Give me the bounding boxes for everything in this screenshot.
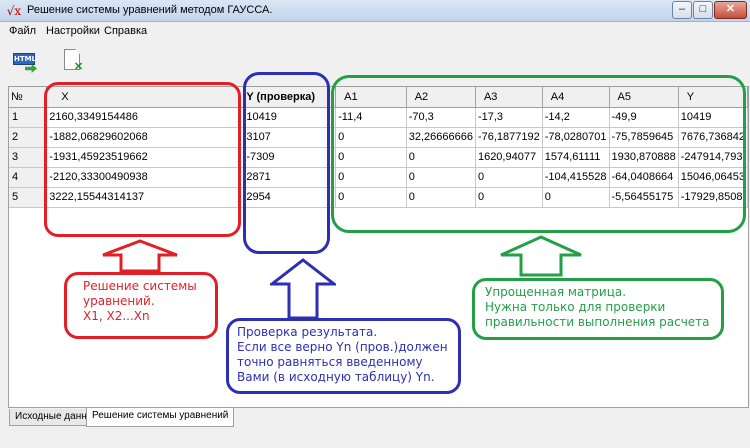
empty-cell xyxy=(9,227,48,248)
menu-help[interactable]: Справка xyxy=(104,25,147,37)
maximize-button[interactable]: □ xyxy=(693,1,713,19)
empty-cell xyxy=(9,287,48,308)
matrix-highlight-frame xyxy=(331,75,746,233)
empty-cell xyxy=(9,247,48,268)
html-icon: HTML xyxy=(13,53,37,65)
green-arrow-icon xyxy=(25,64,37,73)
empty-cell xyxy=(609,247,679,268)
matrix-callout-line: правильности выполнения расчета xyxy=(485,315,710,329)
empty-cell xyxy=(9,267,48,288)
empty-cell xyxy=(46,367,245,388)
row-number[interactable]: 1 xyxy=(9,107,48,128)
row-number[interactable]: 4 xyxy=(9,167,48,188)
empty-cell xyxy=(542,367,610,388)
empty-cell xyxy=(9,307,48,328)
empty-cell xyxy=(406,267,476,288)
empty-cell xyxy=(678,247,749,268)
blue-up-arrow-icon xyxy=(270,258,336,320)
corner-header: № xyxy=(9,87,48,108)
solution-highlight-frame xyxy=(44,82,241,237)
empty-cell xyxy=(475,367,543,388)
empty-cell xyxy=(46,347,245,368)
matrix-callout: Упрощенная матрица. Нужна только для про… xyxy=(472,278,724,340)
empty-cell xyxy=(335,267,407,288)
empty-cell xyxy=(9,347,48,368)
close-button[interactable]: ✕ xyxy=(714,1,747,19)
export-html-button[interactable]: HTML xyxy=(13,51,39,75)
check-callout-line: точно равняться введенному xyxy=(237,355,423,369)
empty-cell xyxy=(335,287,407,308)
row-number[interactable]: 5 xyxy=(9,187,48,208)
check-highlight-frame xyxy=(243,72,330,254)
tab-solution[interactable]: Решение системы уравнений xyxy=(86,408,235,427)
empty-cell xyxy=(678,347,749,368)
solution-callout-line: X1, X2...Xn xyxy=(83,309,150,323)
export-excel-button[interactable]: ✕ xyxy=(62,49,86,77)
solution-callout-line: уравнений. xyxy=(83,294,155,308)
empty-cell xyxy=(609,367,679,388)
green-up-arrow-icon xyxy=(500,235,582,277)
empty-cell xyxy=(335,247,407,268)
empty-cell xyxy=(475,347,543,368)
row-number[interactable]: 2 xyxy=(9,127,48,148)
solution-callout-line: Решение системы xyxy=(83,279,197,293)
empty-cell xyxy=(9,367,48,388)
empty-cell xyxy=(9,207,48,228)
matrix-callout-line: Нужна только для проверки xyxy=(485,300,666,314)
window-title: Решение системы уравнений методом ГАУССА… xyxy=(27,4,273,16)
empty-cell xyxy=(406,247,476,268)
empty-cell xyxy=(406,287,476,308)
menu-file[interactable]: Файл xyxy=(9,25,36,37)
empty-cell xyxy=(542,347,610,368)
red-up-arrow-icon xyxy=(102,239,178,273)
solution-callout: Решение системы уравнений. X1, X2...Xn xyxy=(64,272,218,339)
excel-x-icon: ✕ xyxy=(74,61,84,73)
empty-cell xyxy=(609,347,679,368)
row-number[interactable]: 3 xyxy=(9,147,48,168)
empty-cell xyxy=(9,327,48,348)
title-bar: √x Решение системы уравнений методом ГАУ… xyxy=(0,0,750,22)
menu-settings[interactable]: Настройки xyxy=(46,25,100,37)
menu-bar: Файл Настройки Справка xyxy=(0,22,750,40)
minimize-button[interactable]: – xyxy=(672,1,692,19)
check-callout-line: Проверка результата. xyxy=(237,325,378,339)
check-callout-line: Если все верно Yn (пров.)должен xyxy=(237,340,448,354)
check-callout-line: Вами (в исходную таблицу) Yn. xyxy=(237,370,435,384)
tab-strip: Исходные данные Решение системы уравнени… xyxy=(0,408,750,448)
matrix-callout-line: Упрощенная матрица. xyxy=(485,285,627,299)
app-icon: √x xyxy=(6,4,22,18)
check-callout: Проверка результата. Если все верно Yn (… xyxy=(226,318,461,394)
empty-cell xyxy=(678,367,749,388)
